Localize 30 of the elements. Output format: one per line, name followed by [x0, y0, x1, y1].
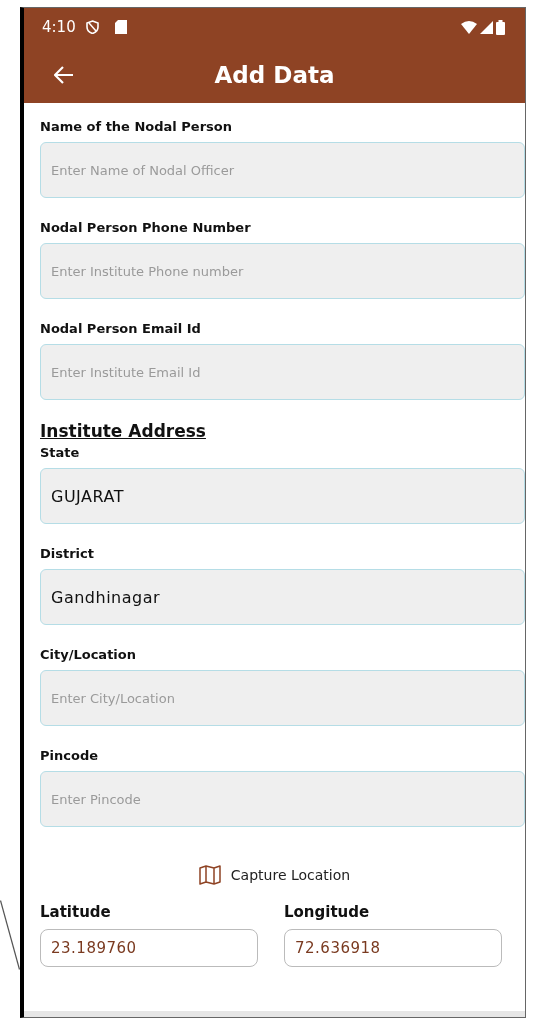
field-label: Nodal Person Phone Number — [40, 220, 252, 235]
wifi-icon — [461, 20, 477, 34]
leader-line — [0, 900, 20, 970]
text-field[interactable]: Enter Name of Nodal Officer — [40, 142, 525, 198]
text-field[interactable]: Enter City/Location — [40, 670, 525, 726]
signal-icon — [480, 20, 493, 34]
capture-location-button[interactable]: Capture Location — [194, 863, 355, 887]
text-field[interactable]: Enter Institute Email Id — [40, 344, 525, 400]
coordinate-field[interactable]: 72.636918 — [284, 929, 502, 967]
text-field[interactable]: Enter Pincode — [40, 771, 525, 827]
battery-icon — [496, 19, 505, 35]
coordinate-field[interactable]: 23.189760 — [40, 929, 258, 967]
field-label: Name of the Nodal Person — [40, 119, 234, 134]
field-label: District — [40, 546, 95, 561]
screen-title: Add Data — [214, 61, 335, 88]
shield-icon — [85, 20, 99, 34]
map-icon — [198, 865, 221, 885]
field-label: State — [40, 445, 81, 460]
field-label: Latitude — [40, 903, 112, 921]
field-label: Longitude — [284, 903, 371, 921]
back-arrow-icon[interactable] — [54, 66, 74, 84]
field-label: Nodal Person Email Id — [40, 321, 202, 336]
section-heading: Institute Address — [40, 421, 206, 441]
sd-card-icon — [114, 20, 127, 34]
status-time: 4:10 — [42, 18, 76, 36]
text-field[interactable]: GUJARAT — [40, 468, 525, 524]
field-label: Pincode — [40, 748, 99, 763]
text-field[interactable]: Enter Institute Phone number — [40, 243, 525, 299]
text-field[interactable]: Gandhinagar — [40, 569, 525, 625]
field-label: City/Location — [40, 647, 137, 662]
